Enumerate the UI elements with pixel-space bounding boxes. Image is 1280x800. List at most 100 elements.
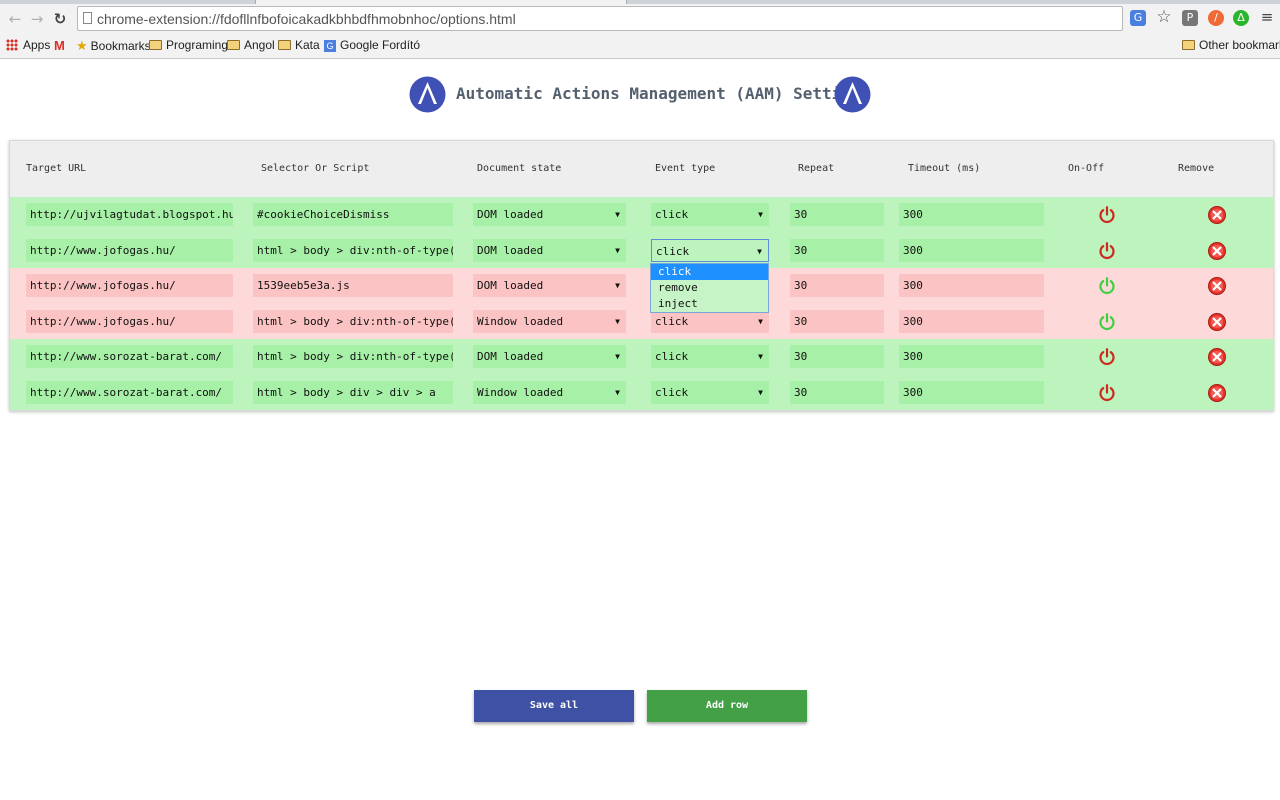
power-toggle-icon[interactable] <box>1097 205 1117 225</box>
target-url-input[interactable]: http://ujvilagtudat.blogspot.hu/ <box>26 203 233 226</box>
bookmark-apps[interactable]: Apps <box>6 35 50 58</box>
bookmark-kata[interactable]: Kata <box>278 35 320 58</box>
table-row: http://www.jofogas.hu/1539eeb5e3a.js DOM … <box>10 268 1273 304</box>
header-timeout: Timeout (ms) <box>908 163 981 174</box>
document-state-select[interactable]: Window loaded <box>473 309 626 333</box>
header-selector: Selector Or Script <box>261 163 370 174</box>
bookmark-angol[interactable]: Angol <box>227 35 275 58</box>
selector-input[interactable]: html > body > div:nth-of-type(7) <box>253 238 453 262</box>
add-row-button[interactable]: Add row <box>647 690 807 722</box>
star-icon: ★ <box>76 38 88 53</box>
table-row: http://www.sorozat-barat.com/html > body… <box>10 339 1273 375</box>
document-state-select[interactable]: DOM loaded <box>473 274 626 297</box>
folder-icon <box>149 40 162 50</box>
timeout-input[interactable]: 300 <box>899 380 1044 404</box>
remove-row-icon[interactable] <box>1207 383 1227 403</box>
address-bar[interactable]: chrome-extension://fdofllnfbofoicakadkbh… <box>77 6 1123 31</box>
folder-icon <box>227 40 240 50</box>
target-url-input[interactable]: http://www.jofogas.hu/ <box>26 274 233 297</box>
target-url-input[interactable]: http://www.jofogas.hu/ <box>26 238 233 262</box>
event-option-inject[interactable]: inject <box>651 296 768 312</box>
gmail-icon: M <box>54 38 65 53</box>
back-arrow-icon[interactable]: ← <box>6 10 24 28</box>
target-url-input[interactable]: http://www.sorozat-barat.com/ <box>26 380 233 404</box>
chrome-menu-icon[interactable]: ≡ <box>1259 9 1275 25</box>
reload-icon[interactable]: ↻ <box>51 10 69 28</box>
selector-input[interactable]: html > body > div:nth-of-type(7) <box>253 309 453 333</box>
bookmark-google-fordito[interactable]: G Google Fordító <box>324 35 420 58</box>
selector-input[interactable]: 1539eeb5e3a.js <box>253 274 453 297</box>
repeat-input[interactable]: 30 <box>790 274 884 297</box>
table-header: Target URL Selector Or Script Document s… <box>10 141 1273 197</box>
rules-table: Target URL Selector Or Script Document s… <box>9 140 1274 411</box>
table-row: http://www.jofogas.hu/html > body > div:… <box>10 232 1273 268</box>
folder-icon <box>1182 40 1195 50</box>
aam-logo-icon <box>409 76 446 113</box>
document-state-select[interactable]: Window loaded <box>473 380 626 404</box>
timeout-input[interactable]: 300 <box>899 274 1044 297</box>
bookmark-bookmarks[interactable]: ★ Bookmarks <box>76 35 151 58</box>
header-on-off: On-Off <box>1068 163 1105 174</box>
header-repeat: Repeat <box>798 163 835 174</box>
power-toggle-icon[interactable] <box>1097 276 1117 296</box>
power-toggle-icon[interactable] <box>1097 312 1117 332</box>
aam-extension-icon[interactable]: Δ <box>1233 10 1249 26</box>
power-toggle-icon[interactable] <box>1097 383 1117 403</box>
table-row: http://www.sorozat-barat.com/html > body… <box>10 374 1273 410</box>
document-state-select[interactable]: DOM loaded <box>473 203 626 226</box>
postman-extension-icon[interactable]: / <box>1208 10 1224 26</box>
folder-icon <box>278 40 291 50</box>
header-document-state: Document state <box>477 163 562 174</box>
target-url-input[interactable]: http://www.jofogas.hu/ <box>26 309 233 333</box>
timeout-input[interactable]: 300 <box>899 203 1044 226</box>
p-extension-icon[interactable]: P <box>1182 10 1198 26</box>
event-type-select[interactable]: click <box>651 345 769 368</box>
target-url-input[interactable]: http://www.sorozat-barat.com/ <box>26 345 233 368</box>
bookmark-other-bookmarks[interactable]: Other bookmarks <box>1182 35 1280 58</box>
repeat-input[interactable]: 30 <box>790 203 884 226</box>
event-type-select[interactable]: click <box>651 203 769 226</box>
table-row: http://www.jofogas.hu/html > body > div:… <box>10 303 1273 339</box>
bookmarks-bar: Apps M ★ Bookmarks Programing Angol Kata … <box>0 35 1280 59</box>
remove-row-icon[interactable] <box>1207 312 1227 332</box>
apps-grid-icon <box>6 39 18 51</box>
document-state-select[interactable]: DOM loaded <box>473 345 626 368</box>
remove-row-icon[interactable] <box>1207 347 1227 367</box>
power-toggle-icon[interactable] <box>1097 347 1117 367</box>
event-type-select[interactable]: click <box>651 380 769 404</box>
google-translate-extension-icon[interactable]: G <box>1130 10 1146 26</box>
bookmark-gmail[interactable]: M <box>54 35 65 58</box>
power-toggle-icon[interactable] <box>1097 241 1117 261</box>
selector-input[interactable]: #cookieChoiceDismiss <box>253 203 453 226</box>
page-icon <box>83 12 92 24</box>
bookmark-star-icon[interactable]: ☆ <box>1156 9 1172 26</box>
repeat-input[interactable]: 30 <box>790 309 884 333</box>
save-all-button[interactable]: Save all <box>474 690 634 722</box>
selector-input[interactable]: html > body > div > div > a <box>253 380 453 404</box>
header-target-url: Target URL <box>26 163 87 174</box>
repeat-input[interactable]: 30 <box>790 380 884 404</box>
remove-row-icon[interactable] <box>1207 241 1227 261</box>
header-event-type: Event type <box>655 163 716 174</box>
forward-arrow-icon[interactable]: → <box>28 10 46 28</box>
bookmark-programing[interactable]: Programing <box>149 35 228 58</box>
event-type-select[interactable]: click <box>651 238 769 262</box>
remove-row-icon[interactable] <box>1207 276 1227 296</box>
remove-row-icon[interactable] <box>1207 205 1227 225</box>
timeout-input[interactable]: 300 <box>899 345 1044 368</box>
event-option-click[interactable]: click <box>651 264 768 280</box>
timeout-input[interactable]: 300 <box>899 238 1044 262</box>
event-type-dropdown-list[interactable]: click remove inject <box>650 263 769 313</box>
document-state-select[interactable]: DOM loaded <box>473 238 626 262</box>
header-remove: Remove <box>1178 163 1215 174</box>
repeat-input[interactable]: 30 <box>790 238 884 262</box>
selector-input[interactable]: html > body > div:nth-of-type(3) <box>253 345 453 368</box>
timeout-input[interactable]: 300 <box>899 309 1044 333</box>
table-row: http://ujvilagtudat.blogspot.hu/ #cookieC… <box>10 197 1273 233</box>
browser-toolbar: ← → ↻ chrome-extension://fdofllnfbofoica… <box>0 4 1280 35</box>
google-translate-icon: G <box>324 40 336 52</box>
page-title: Automatic Actions Management (AAM) Setti… <box>456 84 871 103</box>
repeat-input[interactable]: 30 <box>790 345 884 368</box>
address-url: chrome-extension://fdofllnfbofoicakadkbh… <box>97 11 516 27</box>
event-option-remove[interactable]: remove <box>651 280 768 296</box>
